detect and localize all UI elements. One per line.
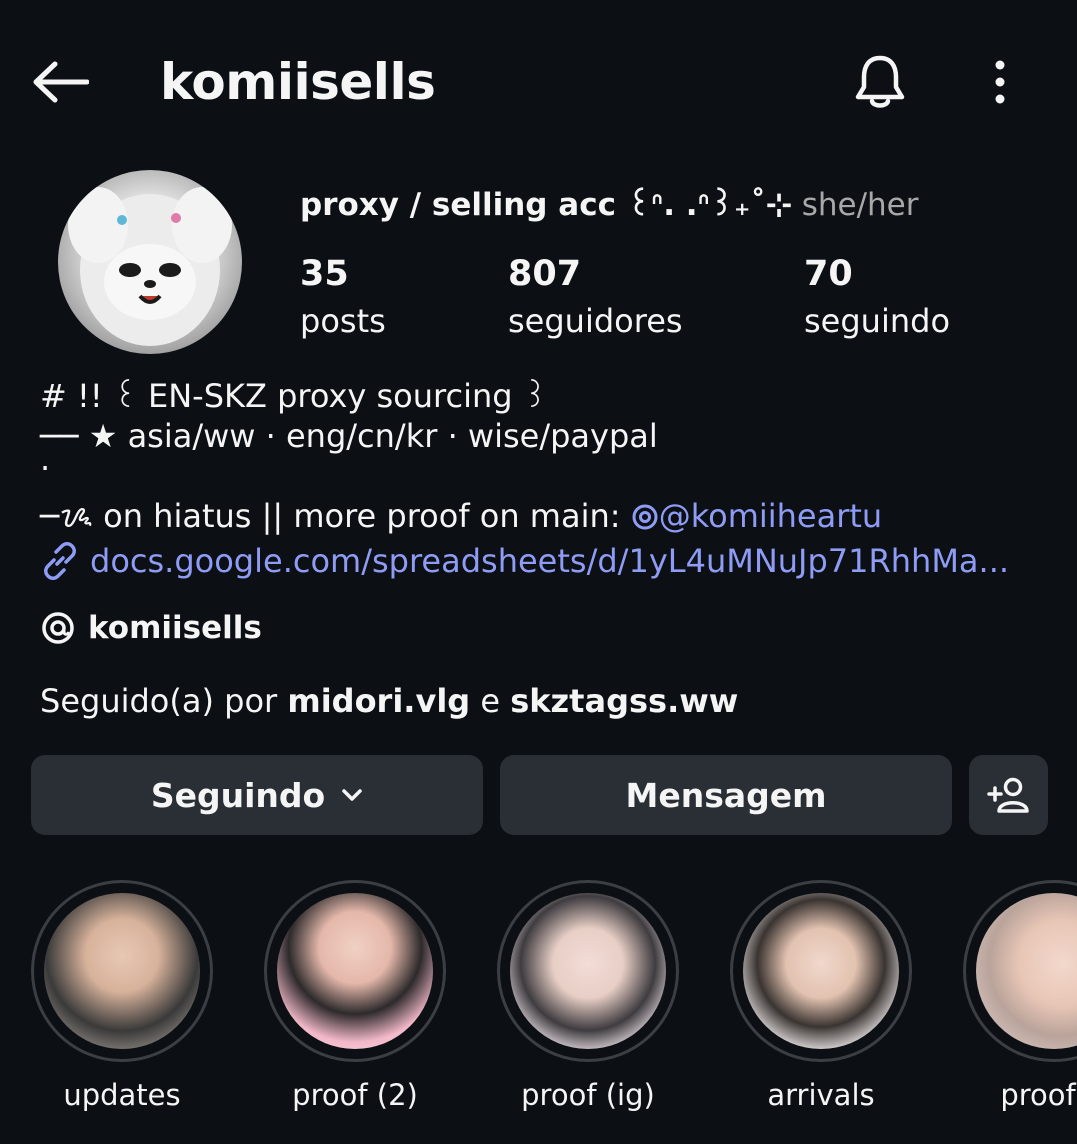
link-icon (44, 542, 76, 580)
profile-name-line: proxy / selling acc ꒰ᐢ. .ᐢ꒱₊˚⊹ she/her (300, 184, 918, 226)
stat-followers-value: 807 (508, 254, 582, 294)
bio-line-3: · (40, 449, 51, 487)
threads-profile-link[interactable]: komiisells (40, 610, 262, 646)
highlight-label: arrivals (767, 1078, 875, 1112)
threads-handle: komiisells (88, 610, 262, 646)
highlight-ring (497, 880, 679, 1062)
highlight-label: updates (63, 1078, 181, 1112)
stat-followers-label: seguidores (508, 302, 683, 340)
highlight-ring (730, 880, 912, 1062)
followed-by-conj: e (470, 682, 511, 720)
message-button[interactable]: Mensagem (500, 755, 952, 835)
highlight-proof-2[interactable]: proof (2) (262, 880, 448, 1112)
highlight-cover (277, 893, 433, 1049)
chevron-down-icon (342, 789, 362, 801)
highlight-ring (31, 880, 213, 1062)
stat-following[interactable]: 70 seguindo (804, 252, 950, 346)
stat-following-value: 70 (804, 254, 853, 294)
bio-hiatus-text: ─ᝰ on hiatus || more proof on main: (40, 497, 631, 535)
highlight-label: proof (t (1000, 1078, 1077, 1112)
bio-line-4: ─ᝰ on hiatus || more proof on main: @kom… (40, 494, 882, 538)
stat-followers[interactable]: 807 seguidores (508, 252, 683, 346)
highlight-ring (264, 880, 446, 1062)
add-person-icon (986, 777, 1029, 813)
highlight-label: proof (2) (292, 1078, 418, 1112)
followed-by-user-1[interactable]: midori.vlg (287, 682, 470, 720)
bell-icon (855, 55, 905, 108)
profile-username-title: komiisells (160, 53, 436, 111)
threads-mention-icon (632, 504, 658, 530)
profile-page: komiisells proxy / selling acc ꒰ᐢ. .ᐢ꒱₊˚… (0, 0, 1077, 1144)
more-options-button[interactable] (978, 56, 1022, 108)
followed-by-user-2[interactable]: skztagss.ww (510, 682, 738, 720)
stat-posts-value: 35 (300, 254, 349, 294)
threads-icon (42, 612, 74, 644)
profile-pronouns: she/her (801, 187, 919, 223)
highlight-label: proof (ig) (521, 1078, 655, 1112)
avatar-image (68, 187, 232, 346)
highlight-ring (963, 880, 1077, 1062)
highlight-cover (976, 893, 1077, 1049)
highlight-proof-ig[interactable]: proof (ig) (495, 880, 681, 1112)
highlight-cover (510, 893, 666, 1049)
bio-mention-link[interactable]: @komiiheartu (659, 497, 882, 535)
message-button-label: Mensagem (625, 775, 827, 815)
highlight-cover (44, 893, 200, 1049)
stat-following-label: seguindo (804, 302, 951, 340)
stat-posts[interactable]: 35 posts (300, 252, 386, 346)
back-button[interactable] (30, 58, 90, 106)
more-vertical-icon (995, 60, 1005, 104)
arrow-left-icon (33, 61, 89, 103)
highlight-arrivals[interactable]: arrivals (728, 880, 914, 1112)
bio-line-2: ── ★ asia/ww · eng/cn/kr · wise/paypal (40, 417, 658, 455)
followed-by-text[interactable]: Seguido(a) por midori.vlg e skztagss.ww (40, 682, 738, 720)
highlight-proof-t[interactable]: proof (t (961, 880, 1077, 1112)
bio-line-1: # !! ꒰ EN-SKZ proxy sourcing ꒱ (40, 377, 548, 415)
highlight-cover (743, 893, 899, 1049)
notifications-button[interactable] (850, 52, 910, 112)
profile-display-name: proxy / selling acc ꒰ᐢ. .ᐢ꒱₊˚⊹ (300, 187, 792, 223)
highlight-updates[interactable]: updates (29, 880, 215, 1112)
followed-by-prefix: Seguido(a) por (40, 682, 288, 720)
bio-link-text: docs.google.com/spreadsheets/d/1yL4uMNuJ… (90, 542, 1010, 580)
following-button[interactable]: Seguindo (31, 755, 483, 835)
bio-external-link[interactable]: docs.google.com/spreadsheets/d/1yL4uMNuJ… (40, 538, 1040, 584)
following-button-label: Seguindo (150, 775, 326, 815)
stat-posts-label: posts (300, 302, 386, 340)
suggested-people-button[interactable] (969, 755, 1048, 835)
profile-avatar[interactable] (58, 170, 242, 354)
